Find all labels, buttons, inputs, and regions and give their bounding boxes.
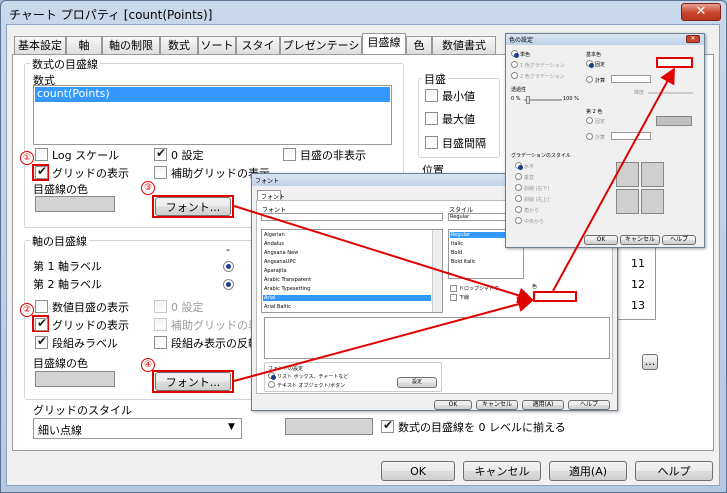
annotation-arrows [233,67,675,382]
arrow-3 [233,205,534,304]
arrow-to-color [552,67,675,292]
arrow-4 [233,296,534,382]
